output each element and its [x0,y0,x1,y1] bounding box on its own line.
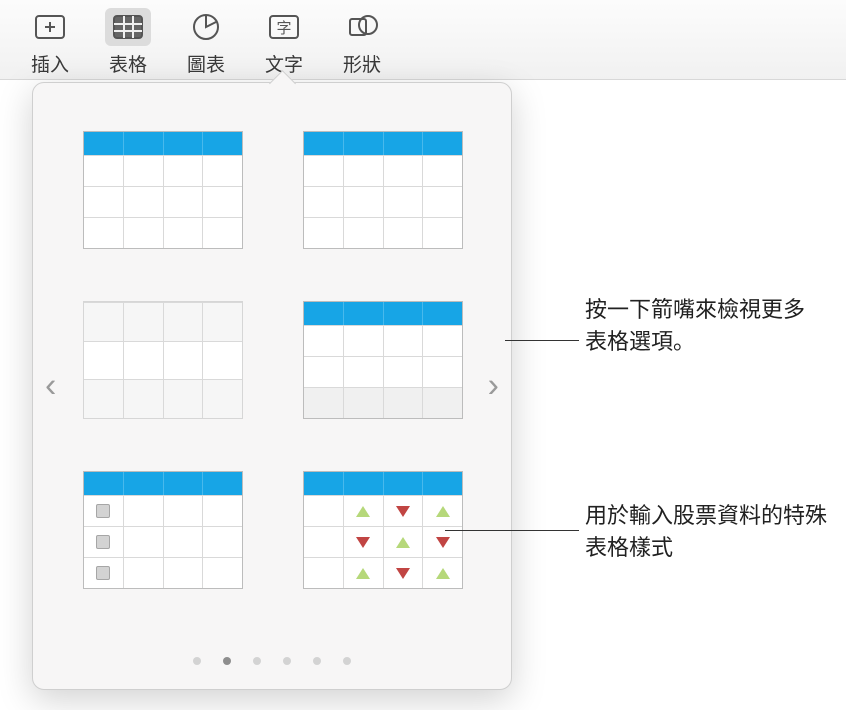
callout-text: 用於輸入股票資料的特殊表格樣式 [585,503,827,560]
svg-text:字: 字 [276,20,291,37]
triangle-up-icon [356,506,370,517]
table-style-blue-header[interactable] [83,131,243,249]
callout-line [445,530,579,531]
toolbar: 插入 表格 圖表 字 文字 [0,0,846,80]
triangle-down-icon [396,506,410,517]
toolbar-chart-label: 圖表 [187,50,225,77]
triangle-up-icon [356,568,370,579]
table-style-blue-header-firstcol[interactable] [303,131,463,249]
toolbar-table[interactable]: 表格 [98,8,158,77]
page-dot[interactable] [223,657,231,665]
checkbox-icon [96,504,110,518]
page-dots [33,657,511,665]
table-icon [105,8,151,46]
triangle-down-icon [356,537,370,548]
text-icon: 字 [261,8,307,46]
checkbox-icon [96,566,110,580]
table-style-checklist[interactable] [83,471,243,589]
page-dot[interactable] [343,657,351,665]
triangle-up-icon [436,568,450,579]
chart-icon [183,8,229,46]
table-style-header-footer[interactable] [303,301,463,419]
toolbar-table-label: 表格 [109,50,147,77]
insert-icon [27,8,73,46]
checkbox-icon [96,535,110,549]
table-styles-popover: ‹ › [32,82,512,690]
page-dot[interactable] [253,657,261,665]
page-dot[interactable] [283,657,291,665]
callout-line [505,340,579,341]
toolbar-text[interactable]: 字 文字 [254,8,314,77]
toolbar-chart[interactable]: 圖表 [176,8,236,77]
callout-stock-hint: 用於輸入股票資料的特殊表格樣式 [585,500,835,564]
callout-text: 按一下箭嘴來檢視更多表格選項。 [585,297,805,354]
toolbar-shape[interactable]: 形狀 [332,8,392,77]
toolbar-insert[interactable]: 插入 [20,8,80,77]
table-style-plain[interactable] [83,301,243,419]
triangle-up-icon [396,537,410,548]
prev-arrow-icon[interactable]: ‹ [45,367,56,406]
triangle-down-icon [436,537,450,548]
triangle-up-icon [436,506,450,517]
toolbar-insert-label: 插入 [31,50,69,77]
callout-arrow-hint: 按一下箭嘴來檢視更多表格選項。 [585,294,825,358]
page-dot[interactable] [193,657,201,665]
next-arrow-icon[interactable]: › [488,367,499,406]
page-dot[interactable] [313,657,321,665]
table-style-stocks[interactable] [303,471,463,589]
shape-icon [339,8,385,46]
table-styles-grid [33,83,511,589]
toolbar-shape-label: 形狀 [343,50,381,77]
triangle-down-icon [396,568,410,579]
